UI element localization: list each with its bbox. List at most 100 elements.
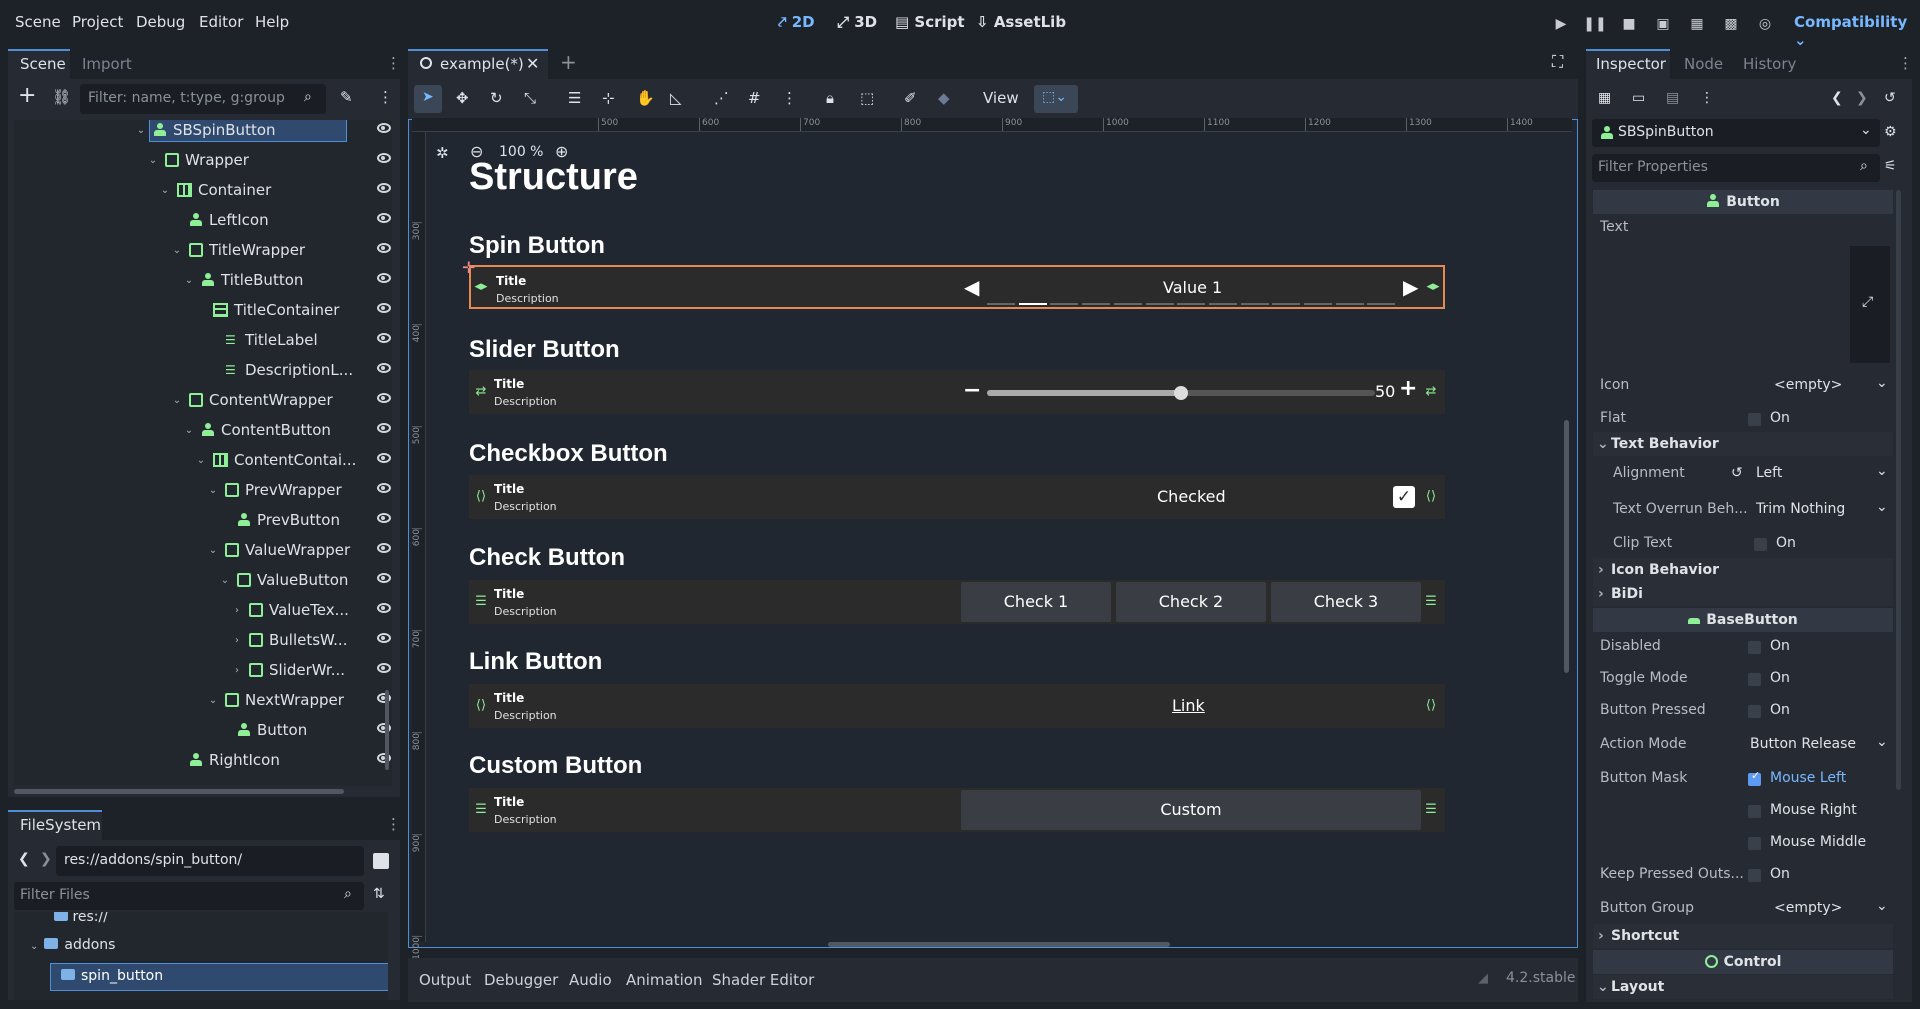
dock-menu-icon[interactable]: ⋮ — [386, 54, 401, 72]
spin-bullet[interactable] — [1335, 303, 1364, 305]
snap-options-icon[interactable]: ⋮ — [782, 89, 797, 107]
scene-tree-node[interactable]: ⌄ ContentContai... — [14, 444, 392, 472]
visibility-eye-icon[interactable] — [377, 633, 391, 643]
scene-tree-node[interactable]: Button — [14, 714, 392, 742]
bone-icon[interactable]: ✐ — [904, 89, 917, 107]
visibility-eye-icon[interactable] — [377, 483, 391, 493]
viewport-vscrollbar[interactable] — [1564, 420, 1569, 673]
group-button[interactable]: Button — [1593, 190, 1893, 214]
section-icon-behavior[interactable]: › Icon Behavior — [1593, 558, 1893, 582]
visibility-eye-icon[interactable] — [377, 513, 391, 523]
stop-icon[interactable]: ■ — [1617, 12, 1641, 36]
spin-bullet[interactable] — [1367, 303, 1396, 305]
layout-mode-button[interactable]: ⬚⌄ — [1034, 85, 1078, 113]
toggle-mode-checkbox[interactable] — [1748, 673, 1761, 686]
pivot-tool-icon[interactable]: ⊹ — [602, 89, 615, 107]
check-option-3[interactable]: Check 3 — [1271, 582, 1421, 622]
spin-bullet[interactable] — [1018, 303, 1047, 305]
section-layout[interactable]: ⌄ Layout — [1593, 975, 1893, 999]
scene-tree-node[interactable]: RightIcon — [14, 744, 392, 772]
chevron-down-icon[interactable]: ⌄ — [1876, 375, 1888, 391]
ruler-tool-icon[interactable]: ◺ — [670, 89, 682, 107]
group-basebutton[interactable]: BaseButton — [1593, 608, 1893, 632]
scene-tree-node[interactable]: ⌄ ValueWrapper — [14, 534, 392, 562]
visibility-eye-icon[interactable] — [377, 273, 391, 283]
scene-tree-vscrollbar[interactable] — [385, 690, 389, 770]
visibility-eye-icon[interactable] — [377, 573, 391, 583]
script-attach-icon[interactable]: ✎ — [340, 88, 353, 106]
menu-help[interactable]: Help — [255, 13, 289, 31]
chevron-down-icon[interactable]: ⌄ — [1876, 463, 1888, 479]
link-button-row[interactable]: ⟨⟩ Title Description Link ⟨⟩ — [469, 684, 1445, 728]
smart-snap-icon[interactable]: ⋰ — [714, 89, 729, 107]
scene-tree[interactable]: ⌄ SBSpinButton ⌄ Wrapper ⌄ Container LeftIcon ⌄… — [14, 120, 392, 786]
mouse-right-checkbox[interactable] — [1748, 805, 1761, 818]
resource-menu-icon[interactable]: ⋮ — [1700, 90, 1714, 106]
slider-button-row[interactable]: ⇄ Title Description − 50 + ⇄ — [469, 370, 1445, 414]
distraction-free-icon[interactable]: ⛶ — [1552, 52, 1563, 72]
visibility-eye-icon[interactable] — [377, 423, 391, 433]
play-scene-icon[interactable]: ▦ — [1685, 12, 1709, 36]
workspace-assetlib[interactable]: ⇩ AssetLib — [976, 13, 1066, 31]
back-icon[interactable]: ❮ — [18, 851, 30, 867]
workspace-2d[interactable]: ⤤ 2D — [778, 13, 815, 31]
chevron-down-icon[interactable]: ⌄ — [207, 695, 219, 706]
history-back-icon[interactable]: ❮ — [1831, 90, 1843, 106]
override-camera-icon[interactable]: ◆ — [938, 89, 950, 107]
scene-tree-node[interactable]: ⌄ PrevWrapper — [14, 474, 392, 502]
visibility-eye-icon[interactable] — [377, 363, 391, 373]
chevron-down-icon[interactable]: ⌄ — [171, 395, 183, 406]
spin-bullet[interactable] — [987, 303, 1015, 305]
menu-scene[interactable]: Scene — [15, 13, 61, 31]
checkbox-button-row[interactable]: ⟨⟩ Title Description Checked ✓ ⟨⟩ — [469, 475, 1445, 519]
history-forward-icon[interactable]: ❯ — [1856, 90, 1868, 106]
custom-button-row[interactable]: ☰ Title Description Custom ☰ — [469, 788, 1445, 832]
spin-bullet[interactable] — [1113, 303, 1142, 305]
move-tool-icon[interactable]: ✥ — [456, 89, 469, 107]
open-resource-icon[interactable]: ▭ — [1632, 90, 1645, 106]
scene-tree-node[interactable]: ⌄ NextWrapper — [14, 684, 392, 712]
filesystem-menu-icon[interactable]: ⋮ — [386, 815, 401, 833]
chevron-down-icon[interactable]: ⌄ — [135, 125, 147, 136]
scale-tool-icon[interactable]: ⤡ — [524, 89, 536, 107]
forward-icon[interactable]: ❯ — [40, 851, 52, 867]
scene-tree-node[interactable]: TitleContainer — [14, 294, 392, 322]
inspector-dock-menu-icon[interactable]: ⋮ — [1898, 54, 1913, 72]
visibility-eye-icon[interactable] — [377, 603, 391, 613]
workspace-3d[interactable]: ⤢ 3D — [837, 13, 877, 31]
flat-checkbox[interactable] — [1748, 413, 1761, 426]
spin-bullet[interactable] — [1177, 303, 1206, 305]
chevron-down-icon[interactable]: ⌄ — [171, 245, 183, 256]
checkbox-checked-icon[interactable]: ✓ — [1393, 486, 1415, 508]
tab-filesystem[interactable]: FileSystem — [20, 816, 101, 834]
add-node-icon[interactable]: + — [18, 85, 36, 107]
chevron-down-icon[interactable]: ⌄ — [159, 185, 171, 196]
prev-arrow-icon[interactable]: ◀ — [964, 275, 979, 299]
grid-snap-icon[interactable]: # — [748, 89, 761, 107]
chevron-down-icon[interactable]: ⌄ — [207, 485, 219, 496]
visibility-eye-icon[interactable] — [377, 303, 391, 313]
scene-tree-node[interactable]: ⌄ ValueButton — [14, 564, 392, 592]
pause-icon[interactable]: ❚❚ — [1583, 12, 1607, 36]
plus-icon[interactable]: + — [1399, 376, 1417, 401]
tab-node[interactable]: Node — [1684, 55, 1723, 73]
chevron-right-icon[interactable]: › — [231, 635, 243, 646]
pan-tool-icon[interactable]: ✋ — [636, 89, 655, 107]
tab-shader-editor[interactable]: Shader Editor — [712, 971, 814, 989]
button-pressed-checkbox[interactable] — [1748, 705, 1761, 718]
list-select-icon[interactable]: ☰ — [568, 89, 581, 107]
filter-properties-input[interactable]: Filter Properties ⌕ — [1592, 154, 1880, 182]
spin-bullet[interactable] — [1240, 303, 1269, 305]
scene-menu-icon[interactable]: ⋮ — [378, 88, 393, 106]
revert-icon[interactable]: ↺ — [1731, 465, 1743, 481]
next-arrow-icon[interactable]: ▶ — [1403, 275, 1418, 299]
chevron-down-icon[interactable]: ⌄ — [1876, 898, 1888, 914]
scene-filter-input[interactable]: Filter: name, t:type, g:group ⌕ — [80, 84, 326, 114]
scene-tree-node[interactable]: ⌄ Wrapper — [14, 144, 392, 172]
tab-output[interactable]: Output — [419, 971, 471, 989]
play-custom-icon[interactable]: ▩ — [1719, 12, 1743, 36]
visibility-eye-icon[interactable] — [377, 333, 391, 343]
check-option-2[interactable]: Check 2 — [1116, 582, 1266, 622]
scene-tree-node[interactable]: ☰ TitleLabel — [14, 324, 392, 352]
section-bidi[interactable]: › BiDi — [1593, 582, 1893, 606]
